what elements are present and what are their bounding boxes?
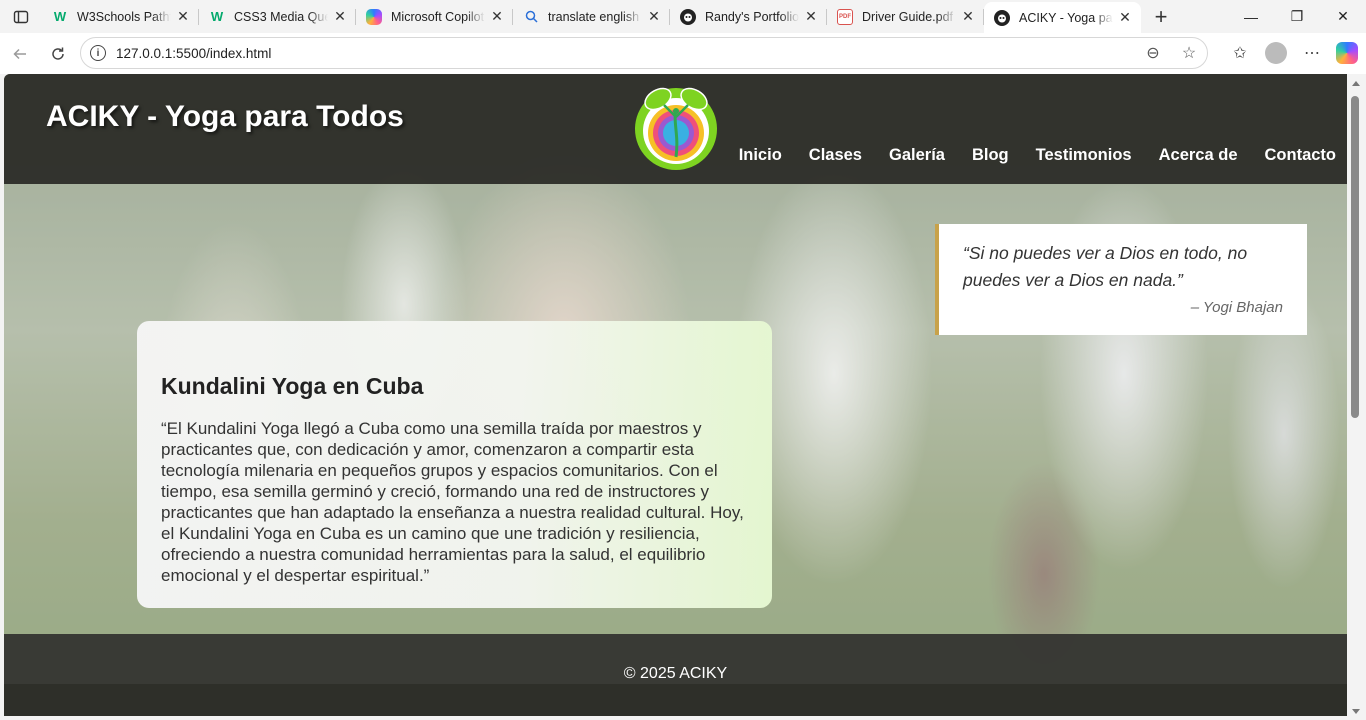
nav-link-clases[interactable]: Clases — [809, 146, 862, 165]
back-button[interactable] — [2, 36, 38, 72]
nav-link-testimonios[interactable]: Testimonios — [1036, 146, 1132, 165]
site-header: ACIKY - Yoga para Todos Inicio Clases Ga… — [4, 74, 1347, 184]
close-tab-icon[interactable]: ✕ — [1113, 9, 1137, 26]
reload-icon — [52, 47, 64, 60]
close-tab-icon[interactable]: ✕ — [642, 8, 666, 25]
tab-title: ACIKY - Yoga para Todos — [1019, 10, 1113, 25]
tab-microsoft-copilot[interactable]: Microsoft Copilot ✕ — [356, 0, 513, 33]
browser-tools: ✩ ⋯ — [1222, 37, 1358, 69]
tab-w3schools-pathfinder[interactable]: W W3Schools Pathfinder ✕ — [42, 0, 199, 33]
new-tab-button[interactable]: + — [1141, 4, 1181, 30]
card-body: “El Kundalini Yoga llegó a Cuba como una… — [161, 419, 744, 585]
reading-mode-icon[interactable]: ⊖ — [1135, 43, 1171, 63]
address-field[interactable]: i 127.0.0.1:5500/index.html ⊖ ☆ — [80, 37, 1208, 69]
pdf-icon: PDF — [837, 8, 853, 25]
site-info-icon[interactable]: i — [90, 45, 106, 61]
tab-title: W3Schools Pathfinder — [77, 9, 171, 24]
close-tab-icon[interactable]: ✕ — [485, 8, 509, 25]
copilot-icon — [366, 8, 382, 25]
page-scrollbar[interactable] — [1347, 74, 1366, 720]
restore-icon[interactable]: ❐ — [1274, 0, 1320, 33]
tab-driver-guide-pdf[interactable]: PDF Driver Guide.pdf ✕ — [827, 0, 984, 33]
quote-author: – Yogi Bhajan — [1190, 299, 1283, 316]
quote-text: “Si no puedes ver a Dios en todo, no pue… — [963, 243, 1248, 290]
w3schools-icon: W — [53, 9, 67, 24]
close-tab-icon[interactable]: ✕ — [328, 8, 352, 25]
tab-actions-button[interactable] — [0, 0, 42, 33]
tab-translate[interactable]: translate english to spanish ✕ — [513, 0, 670, 33]
panda-icon — [680, 8, 696, 25]
tab-title: Driver Guide.pdf — [862, 9, 954, 24]
reload-button[interactable] — [40, 36, 76, 72]
main-navigation: Inicio Clases Galería Blog Testimonios A… — [712, 146, 1336, 165]
close-tab-icon[interactable]: ✕ — [799, 8, 823, 25]
tab-title: Microsoft Copilot — [391, 9, 485, 24]
more-options-icon[interactable]: ⋯ — [1294, 43, 1330, 63]
window-controls: — ❐ ✕ — [1228, 0, 1366, 33]
aciky-logo-icon[interactable] — [631, 83, 721, 173]
minimize-icon[interactable]: — — [1228, 0, 1274, 33]
nav-link-acerca-de[interactable]: Acerca de — [1159, 146, 1238, 165]
back-arrow-icon — [13, 48, 26, 59]
close-tab-icon[interactable]: ✕ — [171, 8, 195, 25]
quote-card: “Si no puedes ver a Dios en todo, no pue… — [935, 224, 1307, 335]
favorite-star-icon[interactable]: ☆ — [1171, 43, 1207, 63]
tab-aciky-active[interactable]: ACIKY - Yoga para Todos ✕ — [984, 2, 1141, 33]
address-toolbar: i 127.0.0.1:5500/index.html ⊖ ☆ ✩ ⋯ — [0, 33, 1366, 74]
w3schools-icon: W — [210, 9, 224, 24]
profile-avatar-icon[interactable] — [1265, 42, 1287, 64]
close-tab-icon[interactable]: ✕ — [956, 8, 980, 25]
scroll-down-arrow-icon[interactable] — [1352, 709, 1360, 714]
kundalini-info-card: Kundalini Yoga en Cuba “El Kundalini Yog… — [137, 321, 772, 608]
site-title: ACIKY - Yoga para Todos — [46, 100, 404, 133]
search-icon — [523, 9, 539, 25]
footer-lower-band — [4, 684, 1347, 716]
card-heading: Kundalini Yoga en Cuba — [161, 373, 424, 399]
tab-actions-icon — [13, 10, 29, 23]
tab-title: translate english to spanish — [548, 9, 642, 24]
copilot-icon[interactable] — [1336, 42, 1358, 64]
scroll-thumb[interactable] — [1351, 96, 1359, 418]
nav-link-inicio[interactable]: Inicio — [739, 146, 782, 165]
tab-title: Randy's Portfolio — [705, 9, 799, 24]
favorites-list-icon[interactable]: ✩ — [1222, 43, 1258, 63]
footer-copyright: © 2025 ACIKY — [623, 665, 728, 682]
nav-link-contacto[interactable]: Contacto — [1265, 146, 1337, 165]
url-text: 127.0.0.1:5500/index.html — [116, 45, 272, 61]
close-window-icon[interactable]: ✕ — [1320, 0, 1366, 33]
tab-css3-media-queries[interactable]: W CSS3 Media Queries ✕ — [199, 0, 356, 33]
scroll-up-arrow-icon[interactable] — [1352, 81, 1360, 86]
page-viewport: ACIKY - Yoga para Todos Inicio Clases Ga… — [4, 74, 1347, 716]
browser-tab-bar: W W3Schools Pathfinder ✕ W CSS3 Media Qu… — [0, 0, 1366, 33]
tab-title: CSS3 Media Queries — [234, 9, 328, 24]
tab-randys-portfolio[interactable]: Randy's Portfolio ✕ — [670, 0, 827, 33]
nav-link-blog[interactable]: Blog — [972, 146, 1009, 165]
nav-link-galeria[interactable]: Galería — [889, 146, 945, 165]
site-footer: © 2025 ACIKY — [4, 634, 1347, 684]
panda-icon — [994, 9, 1010, 26]
